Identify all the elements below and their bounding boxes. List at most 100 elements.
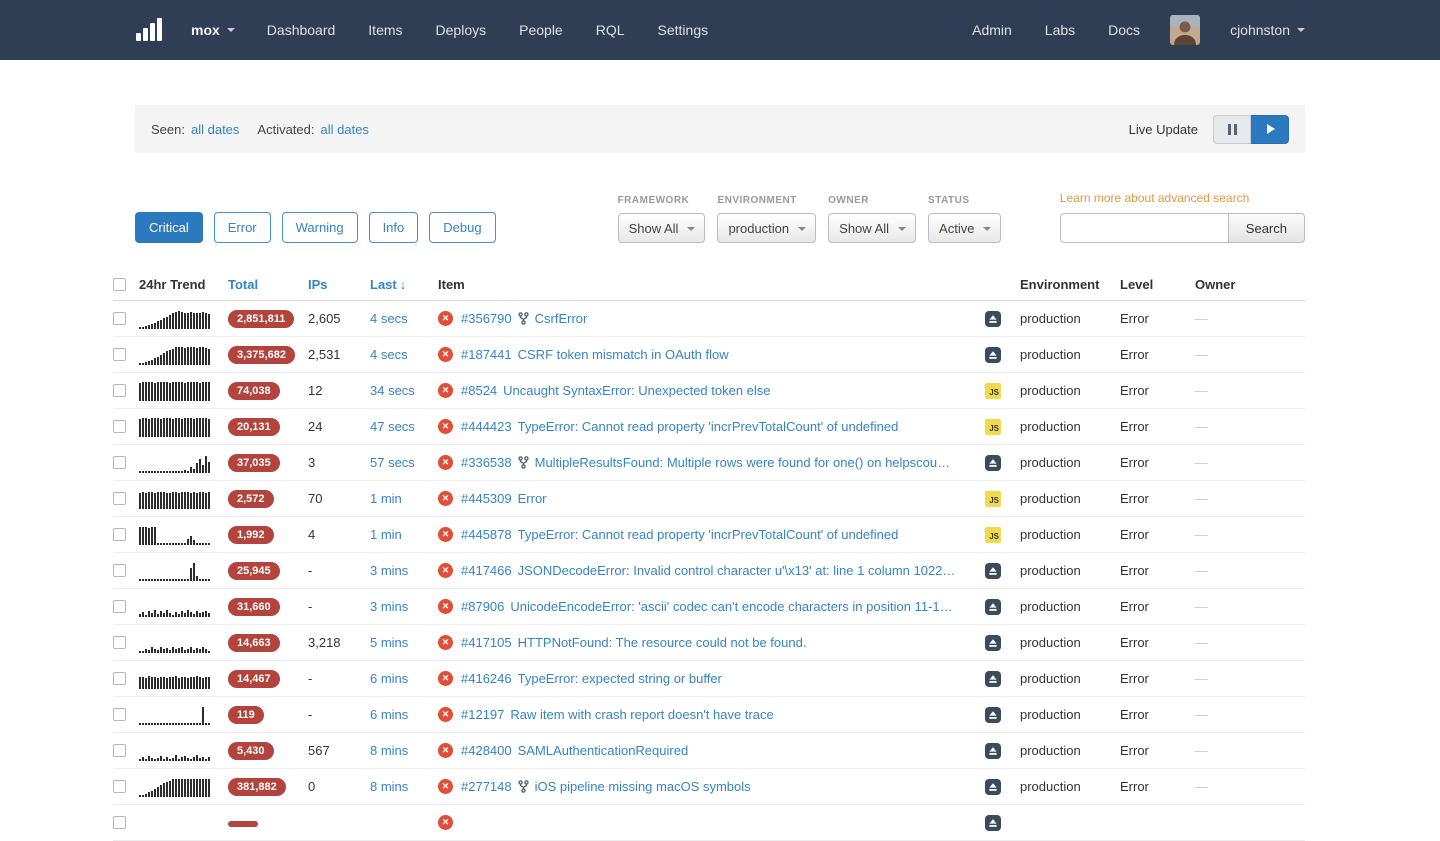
spark-bar: [181, 579, 183, 581]
nav-item-dashboard[interactable]: Dashboard: [267, 22, 336, 38]
date-filter-bar: Seen: all dates Activated: all dates Liv…: [135, 105, 1305, 153]
trend-cell: [139, 633, 217, 653]
selected-value: Show All: [629, 221, 679, 236]
secondary-nav: Admin Labs Docs: [972, 22, 1140, 38]
spark-bar: [208, 492, 210, 509]
last-seen-link[interactable]: 5 mins: [370, 635, 408, 650]
spark-bar: [154, 649, 156, 653]
last-seen-link[interactable]: 3 mins: [370, 599, 408, 614]
search-input[interactable]: [1060, 213, 1228, 243]
item-link[interactable]: #356790CsrfError: [461, 311, 977, 326]
filter-select-environment[interactable]: production: [717, 213, 816, 243]
severity-button-debug[interactable]: Debug: [429, 212, 495, 243]
last-seen-link[interactable]: 6 mins: [370, 671, 408, 686]
select-all-checkbox[interactable]: [113, 278, 126, 291]
severity-button-error[interactable]: Error: [214, 212, 271, 243]
item-link[interactable]: #428400SAMLAuthenticationRequired: [461, 743, 977, 758]
environment-cell: production: [1011, 563, 1113, 578]
row-checkbox[interactable]: [113, 672, 126, 685]
item-link[interactable]: #445309Error: [461, 491, 977, 506]
spark-bar: [172, 723, 174, 725]
item-link[interactable]: #417105HTTPNotFound: The resource could …: [461, 635, 977, 650]
last-seen-link[interactable]: 1 min: [370, 527, 402, 542]
activated-all-dates-link[interactable]: all dates: [321, 122, 369, 137]
user-avatar[interactable]: [1170, 15, 1200, 45]
seen-all-dates-link[interactable]: all dates: [191, 122, 239, 137]
search-button[interactable]: Search: [1228, 213, 1305, 243]
header-label-last[interactable]: Last: [370, 277, 397, 292]
severity-button-info[interactable]: Info: [369, 212, 419, 243]
header-label-ips[interactable]: IPs: [308, 277, 328, 292]
header-label-total[interactable]: Total: [228, 277, 258, 292]
play-button[interactable]: [1251, 115, 1289, 144]
spark-bar: [187, 649, 189, 653]
spark-bar: [139, 471, 141, 473]
nav-item-docs[interactable]: Docs: [1108, 22, 1140, 38]
filter-select-framework[interactable]: Show All: [618, 213, 706, 243]
last-seen-link[interactable]: 8 mins: [370, 743, 408, 758]
last-seen-link[interactable]: 4 secs: [370, 311, 408, 326]
row-checkbox[interactable]: [113, 492, 126, 505]
project-switcher[interactable]: mox: [191, 22, 235, 38]
nav-item-items[interactable]: Items: [368, 22, 402, 38]
spark-bar: [172, 313, 174, 329]
filter-select-owner[interactable]: Show All: [828, 213, 916, 243]
nav-item-rql[interactable]: RQL: [596, 22, 625, 38]
row-checkbox[interactable]: [113, 456, 126, 469]
row-checkbox[interactable]: [113, 348, 126, 361]
row-checkbox[interactable]: [113, 420, 126, 433]
owner-cell: —: [1185, 635, 1305, 650]
spark-bar: [205, 677, 207, 689]
nav-item-labs[interactable]: Labs: [1045, 22, 1075, 38]
item-link[interactable]: #336538MultipleResultsFound: Multiple ro…: [461, 455, 977, 470]
last-seen-link[interactable]: 3 mins: [370, 563, 408, 578]
item-link[interactable]: #417466JSONDecodeError: Invalid control …: [461, 563, 977, 578]
pause-button[interactable]: [1213, 115, 1251, 144]
nav-item-settings[interactable]: Settings: [658, 22, 709, 38]
item-link[interactable]: #12197Raw item with crash report doesn't…: [461, 707, 977, 722]
level-cell: Error: [1113, 707, 1185, 722]
item-link[interactable]: #187441CSRF token mismatch in OAuth flow: [461, 347, 977, 362]
item-link[interactable]: #444423TypeError: Cannot read property '…: [461, 419, 977, 434]
item-link[interactable]: #87906UnicodeEncodeError: 'ascii' codec …: [461, 599, 977, 614]
item-link[interactable]: #8524Uncaught SyntaxError: Unexpected to…: [461, 383, 977, 398]
owner-value: —: [1195, 563, 1208, 578]
row-checkbox[interactable]: [113, 708, 126, 721]
item-link[interactable]: #416246TypeError: expected string or buf…: [461, 671, 977, 686]
last-seen-link[interactable]: 57 secs: [370, 455, 415, 470]
environment-cell: production: [1011, 527, 1113, 542]
row-checkbox[interactable]: [113, 816, 126, 829]
severity-button-critical[interactable]: Critical: [135, 212, 203, 243]
owner-cell: —: [1185, 491, 1305, 506]
last-seen-link[interactable]: 34 secs: [370, 383, 415, 398]
row-checkbox[interactable]: [113, 564, 126, 577]
row-checkbox[interactable]: [113, 780, 126, 793]
row-checkbox[interactable]: [113, 528, 126, 541]
last-seen-link[interactable]: 8 mins: [370, 779, 408, 794]
row-checkbox[interactable]: [113, 744, 126, 757]
row-checkbox[interactable]: [113, 636, 126, 649]
environment-cell: production: [1011, 311, 1113, 326]
advanced-search-link[interactable]: Learn more about advanced search: [1060, 191, 1249, 205]
platform-python-icon: [985, 563, 1001, 579]
severity-button-warning[interactable]: Warning: [282, 212, 358, 243]
nav-item-deploys[interactable]: Deploys: [436, 22, 487, 38]
row-checkbox[interactable]: [113, 600, 126, 613]
filter-select-status[interactable]: Active: [928, 213, 1001, 243]
last-seen-link[interactable]: 4 secs: [370, 347, 408, 362]
last-seen-link[interactable]: 47 secs: [370, 419, 415, 434]
last-cell: 57 secs: [360, 455, 436, 470]
spark-bar: [196, 348, 198, 365]
row-checkbox[interactable]: [113, 384, 126, 397]
last-seen-link[interactable]: 1 min: [370, 491, 402, 506]
nav-item-admin[interactable]: Admin: [972, 22, 1012, 38]
last-seen-link[interactable]: 6 mins: [370, 707, 408, 722]
item-title: UnicodeEncodeError: 'ascii' codec can't …: [510, 599, 952, 614]
item-link[interactable]: #445878TypeError: Cannot read property '…: [461, 527, 977, 542]
item-link[interactable]: #277148iOS pipeline missing macOS symbol…: [461, 779, 977, 794]
rollbar-logo[interactable]: [135, 17, 165, 43]
user-menu[interactable]: cjohnston: [1230, 22, 1305, 38]
row-checkbox[interactable]: [113, 312, 126, 325]
nav-item-people[interactable]: People: [519, 22, 563, 38]
spark-bar: [160, 382, 162, 401]
